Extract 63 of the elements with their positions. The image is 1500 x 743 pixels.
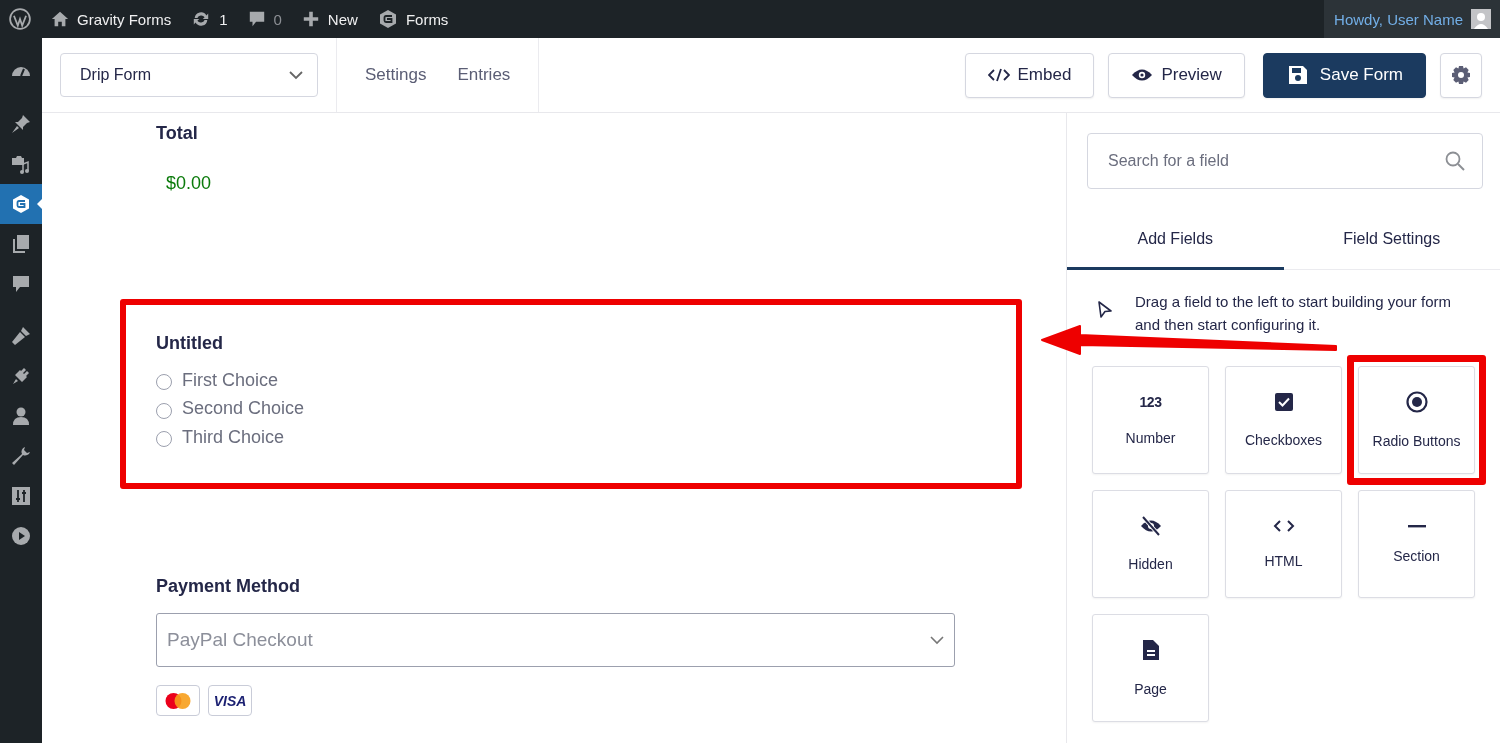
field-type-button[interactable]: Checkboxes	[1225, 366, 1342, 474]
comment-icon	[11, 274, 31, 294]
chevron-down-icon	[930, 635, 944, 645]
search-field[interactable]: Search for a field	[1087, 133, 1483, 189]
settings-button[interactable]	[1440, 52, 1482, 98]
field-type-button[interactable]: Page	[1092, 614, 1209, 722]
field-label: Total	[156, 123, 199, 144]
hexagon-logo-icon	[377, 9, 398, 29]
field-type-button[interactable]: Section	[1358, 490, 1475, 598]
choice-label: Second Choice	[182, 398, 305, 420]
search-icon	[1445, 151, 1465, 171]
form-select[interactable]: Drip Form	[60, 53, 318, 97]
plug-icon	[11, 366, 31, 386]
overlapping-circles-icon	[164, 691, 192, 710]
wordpress-logo-icon[interactable]	[9, 8, 31, 30]
number-glyph-icon: 123	[1139, 394, 1162, 410]
new-link[interactable]: New	[301, 10, 358, 28]
radio-icon	[1405, 391, 1428, 413]
minus-icon	[1407, 524, 1426, 528]
menu-item[interactable]	[0, 184, 42, 224]
site-link[interactable]: Gravity Forms	[51, 10, 172, 28]
save-form-button[interactable]: Save Form	[1262, 52, 1426, 98]
wrench-icon	[11, 446, 31, 466]
plus-icon	[301, 10, 320, 28]
comments-link[interactable]: 0	[247, 10, 282, 28]
preview-button[interactable]: Preview	[1108, 52, 1245, 98]
home-icon	[51, 10, 69, 28]
document-icon	[1141, 639, 1160, 661]
pin-icon	[11, 114, 31, 134]
eye-icon	[1131, 68, 1154, 82]
comment-icon	[247, 10, 266, 28]
code-icon	[1272, 519, 1295, 533]
panel-tab[interactable]: Add Fields	[1067, 211, 1284, 270]
choice-label: First Choice	[182, 369, 279, 391]
checkbox-icon	[1273, 392, 1294, 412]
field-type-button[interactable]: Hidden	[1092, 490, 1209, 598]
pages-icon	[11, 234, 31, 254]
user-icon	[11, 406, 31, 426]
embed-button[interactable]: Embed	[964, 52, 1095, 98]
code-icon	[987, 68, 1010, 82]
cursor-icon	[1097, 301, 1113, 319]
brush-icon	[11, 326, 31, 346]
hint-text: Drag a field to the left to start building your form and then start configuring it.	[1135, 292, 1452, 335]
field-label: Untitled	[156, 333, 224, 354]
hexagon-logo-icon	[11, 194, 31, 214]
field-label: Payment Method	[156, 576, 302, 597]
play-icon	[11, 526, 31, 546]
total-value: $0.00	[166, 173, 213, 194]
field-type-button[interactable]: 123 Number	[1092, 366, 1209, 474]
settings-icon	[1451, 65, 1471, 85]
header-link[interactable]: Entries	[457, 65, 511, 85]
chevron-down-icon	[289, 70, 303, 80]
camera-music-icon	[11, 154, 31, 174]
choice-label: Third Choice	[182, 426, 285, 448]
panel-tab[interactable]: Field Settings	[1283, 211, 1500, 270]
header-link[interactable]: Settings	[365, 65, 427, 85]
updates-link[interactable]: 1	[191, 10, 228, 28]
sliders-icon	[11, 486, 31, 506]
field-type-button[interactable]: Radio Buttons	[1358, 366, 1475, 474]
radio-button[interactable]	[156, 374, 172, 391]
forms-link[interactable]: Forms	[377, 9, 449, 29]
field-type-button[interactable]: HTML	[1225, 490, 1342, 598]
visa-logo: VISA	[208, 685, 252, 716]
